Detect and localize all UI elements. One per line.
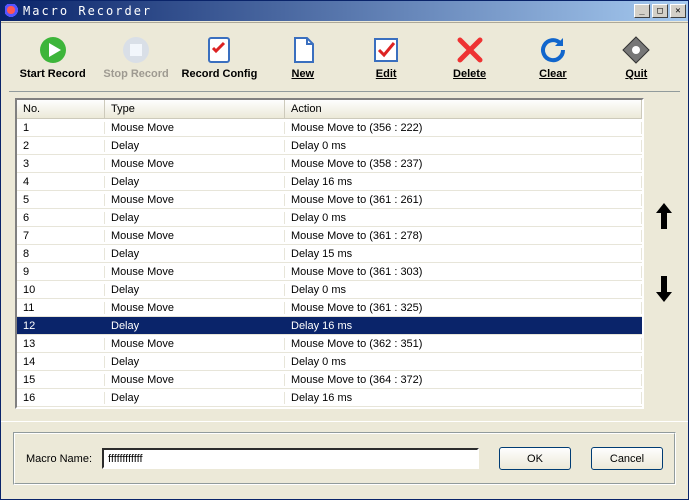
diamond-icon xyxy=(620,34,652,66)
table-row[interactable]: 1Mouse MoveMouse Move to (356 : 222) xyxy=(17,119,642,137)
app-icon xyxy=(5,4,19,18)
minimize-button[interactable]: _ xyxy=(634,4,650,18)
maximize-button[interactable]: □ xyxy=(652,4,668,18)
check-box-icon xyxy=(370,34,402,66)
arrow-up-icon xyxy=(655,201,673,231)
content-frame: No. Type Action 1Mouse MoveMouse Move to… xyxy=(9,91,680,415)
table-row[interactable]: 4DelayDelay 16 ms xyxy=(17,173,642,191)
table-row[interactable]: 10DelayDelay 0 ms xyxy=(17,281,642,299)
x-icon xyxy=(454,34,486,66)
table-row[interactable]: 14DelayDelay 0 ms xyxy=(17,353,642,371)
stop-circle-icon xyxy=(120,34,152,66)
record-config-button[interactable]: Record Config xyxy=(178,29,261,83)
table-row[interactable]: 6DelayDelay 0 ms xyxy=(17,209,642,227)
cancel-button[interactable]: Cancel xyxy=(591,447,663,470)
table-row[interactable]: 3Mouse MoveMouse Move to (358 : 237) xyxy=(17,155,642,173)
table-row[interactable]: 13Mouse MoveMouse Move to (362 : 351) xyxy=(17,335,642,353)
table-body[interactable]: 1Mouse MoveMouse Move to (356 : 222)2Del… xyxy=(17,119,642,407)
refresh-icon xyxy=(537,34,569,66)
table-row[interactable]: 8DelayDelay 15 ms xyxy=(17,245,642,263)
table-row[interactable]: 5Mouse MoveMouse Move to (361 : 261) xyxy=(17,191,642,209)
close-button[interactable]: ✕ xyxy=(670,4,686,18)
move-up-button[interactable] xyxy=(655,201,673,234)
table-header[interactable]: No. Type Action xyxy=(17,100,642,119)
toolbar: Start Record Stop Record Record Config N… xyxy=(1,23,688,89)
footer: Macro Name: OK Cancel xyxy=(1,421,688,499)
new-button[interactable]: New xyxy=(261,29,344,83)
macro-name-label: Macro Name: xyxy=(26,453,92,465)
col-type[interactable]: Type xyxy=(105,100,285,118)
col-action[interactable]: Action xyxy=(285,100,642,118)
move-down-button[interactable] xyxy=(655,274,673,307)
edit-button[interactable]: Edit xyxy=(345,29,428,83)
table-row[interactable]: 16DelayDelay 16 ms xyxy=(17,389,642,407)
stop-record-button: Stop Record xyxy=(94,29,177,83)
macro-table[interactable]: No. Type Action 1Mouse MoveMouse Move to… xyxy=(15,98,644,409)
table-row[interactable]: 7Mouse MoveMouse Move to (361 : 278) xyxy=(17,227,642,245)
macro-name-input[interactable] xyxy=(102,448,479,469)
play-circle-icon xyxy=(37,34,69,66)
clear-button[interactable]: Clear xyxy=(511,29,594,83)
ok-button[interactable]: OK xyxy=(499,447,571,470)
table-row[interactable]: 15Mouse MoveMouse Move to (364 : 372) xyxy=(17,371,642,389)
start-record-button[interactable]: Start Record xyxy=(11,29,94,83)
table-row[interactable]: 2DelayDelay 0 ms xyxy=(17,137,642,155)
table-row[interactable]: 9Mouse MoveMouse Move to (361 : 303) xyxy=(17,263,642,281)
arrow-down-icon xyxy=(655,274,673,304)
window-title: Macro Recorder xyxy=(23,4,632,18)
titlebar[interactable]: Macro Recorder _ □ ✕ xyxy=(1,1,688,21)
document-icon xyxy=(287,34,319,66)
delete-button[interactable]: Delete xyxy=(428,29,511,83)
app-window: Macro Recorder _ □ ✕ Start Record Stop R… xyxy=(0,0,689,500)
col-no[interactable]: No. xyxy=(17,100,105,118)
table-row[interactable]: 11Mouse MoveMouse Move to (361 : 325) xyxy=(17,299,642,317)
quit-button[interactable]: Quit xyxy=(595,29,678,83)
table-row[interactable]: 12DelayDelay 16 ms xyxy=(17,317,642,335)
checklist-icon xyxy=(203,34,235,66)
